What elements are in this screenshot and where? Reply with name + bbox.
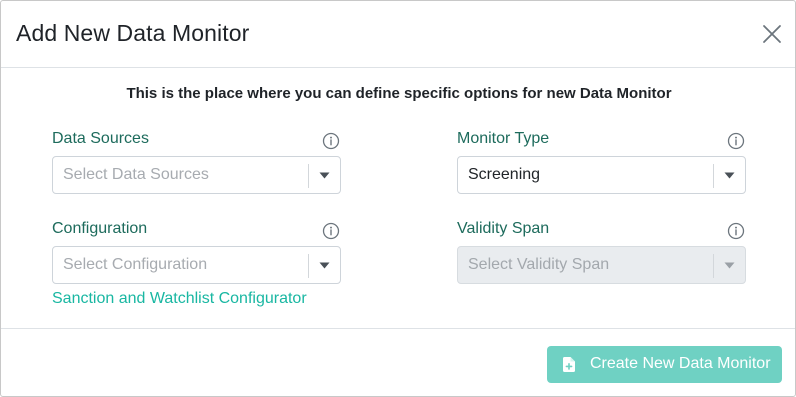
monitor-type-value: Screening — [468, 166, 541, 183]
select-separator — [713, 254, 714, 278]
dialog-title: Add New Data Monitor — [16, 20, 250, 46]
info-icon[interactable] — [322, 132, 340, 150]
configuration-label: Configuration — [52, 220, 148, 237]
chevron-down-icon[interactable] — [319, 262, 330, 269]
info-icon[interactable] — [322, 222, 340, 240]
validity-span-label: Validity Span — [457, 220, 550, 237]
info-icon[interactable] — [727, 222, 745, 240]
data-sources-select[interactable]: Select Data Sources — [52, 156, 341, 194]
data-sources-label: Data Sources — [52, 130, 149, 147]
chevron-down-icon[interactable] — [724, 172, 735, 179]
sanction-watchlist-configurator-link[interactable]: Sanction and Watchlist Configurator — [52, 290, 307, 308]
close-button[interactable] — [761, 23, 783, 45]
chevron-down-icon[interactable] — [319, 172, 330, 179]
validity-span-placeholder: Select Validity Span — [468, 256, 610, 273]
create-button-label: Create New Data Monitor — [590, 355, 771, 372]
validity-span-select: Select Validity Span — [457, 246, 746, 284]
create-data-monitor-button[interactable]: Create New Data Monitor — [547, 346, 782, 383]
file-plus-icon — [563, 357, 575, 372]
select-separator — [308, 254, 309, 278]
data-sources-placeholder: Select Data Sources — [63, 166, 209, 183]
dialog-header: Add New Data Monitor — [1, 1, 795, 68]
add-data-monitor-dialog: Add New Data Monitor This is the place w… — [0, 0, 796, 397]
close-icon — [763, 25, 781, 43]
select-separator — [308, 164, 309, 188]
monitor-type-label: Monitor Type — [457, 130, 550, 147]
select-separator — [713, 164, 714, 188]
monitor-type-select[interactable]: Screening — [457, 156, 746, 194]
chevron-down-icon — [724, 262, 735, 269]
configuration-placeholder: Select Configuration — [63, 256, 208, 273]
dialog-footer: Create New Data Monitor — [1, 328, 795, 396]
dialog-body: This is the place where you can define s… — [1, 69, 795, 328]
intro-text: This is the place where you can define s… — [126, 85, 672, 102]
configuration-select[interactable]: Select Configuration — [52, 246, 341, 284]
info-icon[interactable] — [727, 132, 745, 150]
